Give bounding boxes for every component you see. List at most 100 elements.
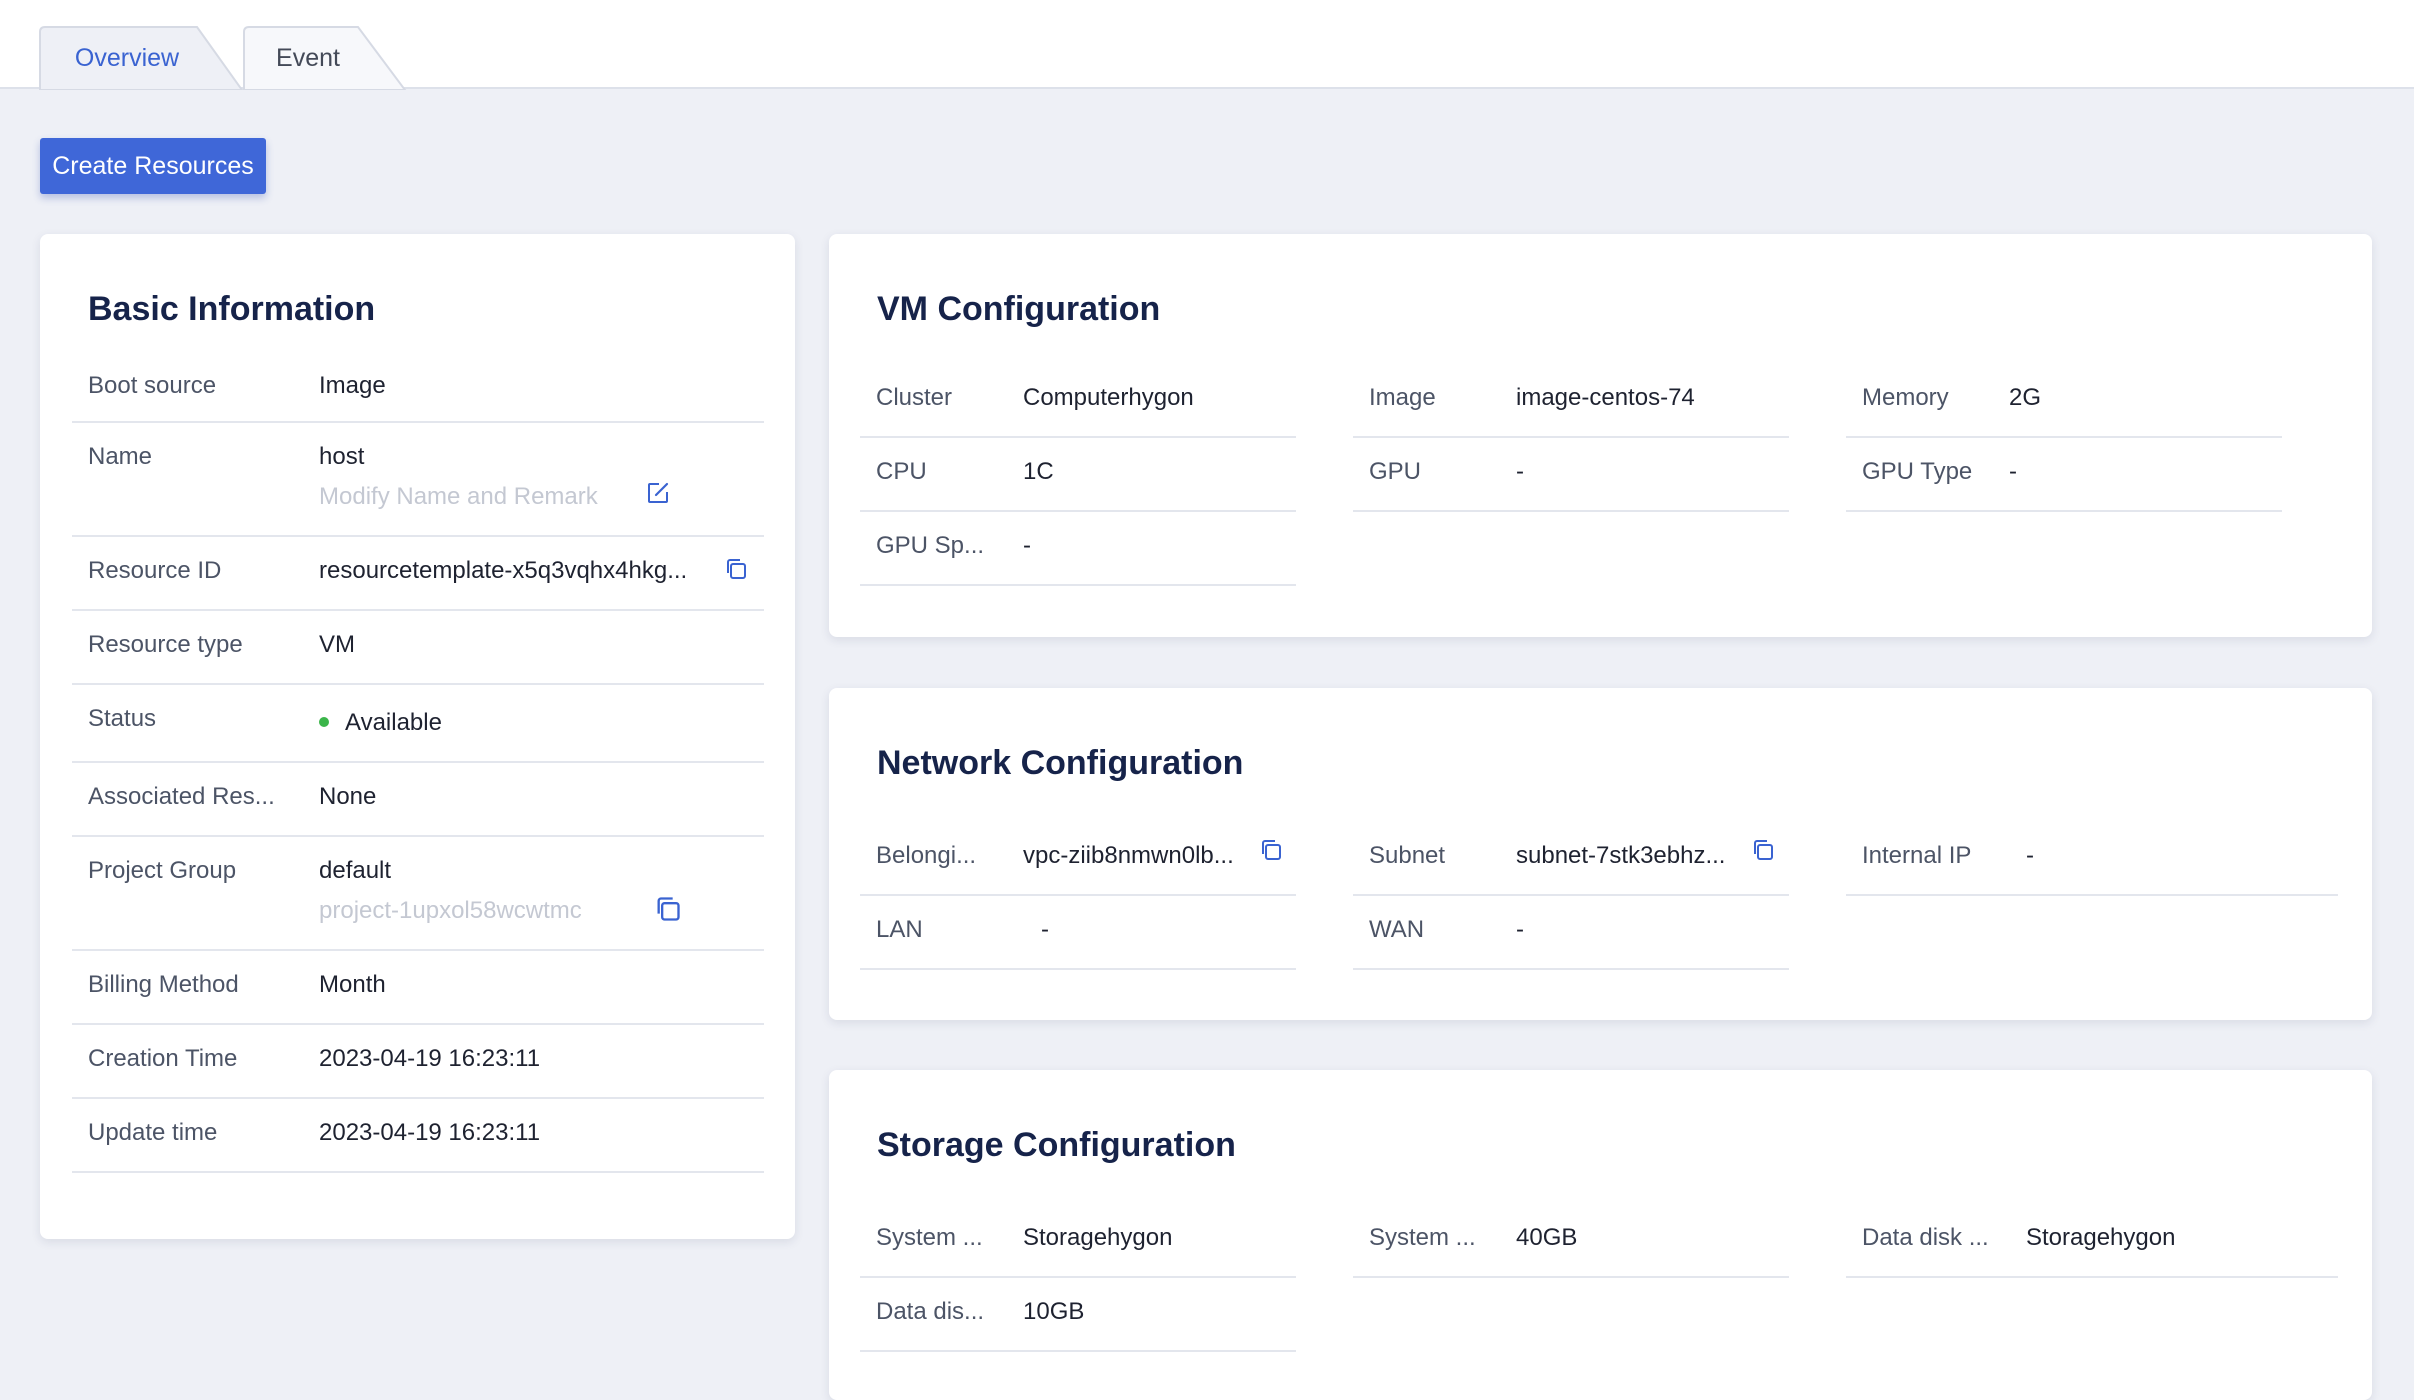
vm-configuration-card: VM Configuration Cluster Computerhygon I… (829, 234, 2372, 637)
basic-information-title: Basic Information (88, 290, 376, 328)
copy-icon[interactable] (654, 895, 680, 921)
gpu-label: GPU (1369, 458, 1422, 485)
associated-resources-label: Associated Res... (88, 783, 275, 810)
system-type-value: Storagehygon (1023, 1224, 1173, 1251)
net-lan: LAN - (860, 896, 1296, 970)
row-boot-source: Boot source Image (72, 344, 764, 423)
net-belonging: Belongi... vpc-ziib8nmwn0lb... (860, 822, 1296, 896)
tab-overview[interactable]: Overview (39, 26, 244, 90)
modify-name-link[interactable]: Modify Name and Remark (319, 483, 598, 511)
billing-method-value: Month (319, 971, 386, 998)
network-configuration-title: Network Configuration (877, 744, 1244, 782)
vm-gpu-spec: GPU Sp... - (860, 512, 1296, 586)
storage-data-disk-type: Data disk ... Storagehygon (1846, 1204, 2338, 1278)
tab-event[interactable]: Event (243, 26, 408, 90)
cluster-label: Cluster (876, 384, 953, 411)
vm-configuration-title: VM Configuration (877, 290, 1161, 328)
copy-icon-glyph (727, 559, 746, 579)
update-time-label: Update time (88, 1119, 218, 1146)
creation-time-value: 2023-04-19 16:23:11 (319, 1045, 541, 1072)
storage-configuration-title: Storage Configuration (877, 1126, 1236, 1164)
name-label: Name (88, 443, 153, 470)
vm-gpu: GPU - (1353, 438, 1789, 512)
resource-id-value: resourcetemplate-x5q3vqhx4hkg... (319, 557, 688, 584)
resource-id-label: Resource ID (88, 557, 222, 584)
tab-bar: Overview Event (0, 0, 2414, 90)
gpu-type-value: - (2009, 458, 2017, 485)
lan-value: - (1041, 916, 1049, 943)
net-internal-ip: Internal IP - (1846, 822, 2338, 896)
associated-resources-value: None (319, 783, 377, 810)
row-associated-resources: Associated Res... None (72, 763, 764, 837)
vm-cpu: CPU 1C (860, 438, 1296, 512)
row-resource-id: Resource ID resourcetemplate-x5q3vqhx4hk… (72, 537, 764, 611)
storage-configuration-card: Storage Configuration System ... Storage… (829, 1070, 2372, 1400)
resource-type-value: VM (319, 631, 355, 658)
billing-method-label: Billing Method (88, 971, 239, 998)
tab-event-label: Event (276, 44, 340, 72)
row-creation-time: Creation Time 2023-04-19 16:23:11 (72, 1025, 764, 1099)
copy-icon-glyph (657, 897, 680, 921)
data-disk-type-label: Data disk ... (1862, 1224, 1989, 1251)
subnet-label: Subnet (1369, 842, 1446, 869)
tab-overview-label: Overview (74, 44, 180, 72)
creation-time-label: Creation Time (88, 1045, 238, 1072)
copy-icon[interactable] (1259, 838, 1283, 862)
vm-cluster: Cluster Computerhygon (860, 364, 1296, 438)
network-configuration-card: Network Configuration Belongi... vpc-zii… (829, 688, 2372, 1020)
create-resources-button[interactable]: Create Resources (40, 138, 266, 194)
lan-label: LAN (876, 916, 923, 943)
data-disk-size-value: 10GB (1023, 1298, 1085, 1325)
status-value: Available (345, 709, 442, 736)
project-group-value: default (319, 857, 392, 884)
system-size-value: 40GB (1516, 1224, 1578, 1251)
vm-image: Image image-centos-74 (1353, 364, 1789, 438)
copy-icon[interactable] (724, 557, 748, 581)
resource-type-label: Resource type (88, 631, 243, 658)
internal-ip-label: Internal IP (1862, 842, 1972, 869)
system-size-label: System ... (1369, 1224, 1476, 1251)
gpu-value: - (1516, 458, 1524, 485)
project-group-label: Project Group (88, 857, 237, 884)
cluster-value: Computerhygon (1023, 384, 1194, 411)
gpu-type-label: GPU Type (1862, 458, 1973, 485)
basic-information-card: Basic Information Boot source Image Name… (40, 234, 795, 1239)
subnet-value: subnet-7stk3ebhz... (1516, 842, 1726, 869)
update-time-value: 2023-04-19 16:23:11 (319, 1119, 541, 1146)
row-resource-type: Resource type VM (72, 611, 764, 685)
boot-source-value: Image (319, 372, 386, 399)
data-disk-type-value: Storagehygon (2026, 1224, 2176, 1251)
storage-system-size: System ... 40GB (1353, 1204, 1789, 1278)
memory-value: 2G (2009, 384, 2042, 411)
memory-label: Memory (1862, 384, 1949, 411)
status-label: Status (88, 705, 157, 732)
storage-system-type: System ... Storagehygon (860, 1204, 1296, 1278)
storage-data-disk-size: Data dis... 10GB (860, 1278, 1296, 1352)
edit-icon[interactable] (646, 481, 670, 505)
row-status: Status Available (72, 685, 764, 763)
copy-icon[interactable] (1751, 838, 1775, 862)
wan-value: - (1516, 916, 1524, 943)
copy-icon-glyph (1754, 840, 1773, 860)
system-type-label: System ... (876, 1224, 983, 1251)
copy-icon-glyph (1262, 840, 1281, 860)
net-subnet: Subnet subnet-7stk3ebhz... (1353, 822, 1789, 896)
vm-gpu-type: GPU Type - (1846, 438, 2282, 512)
boot-source-label: Boot source (88, 372, 217, 399)
gpu-spec-value: - (1023, 532, 1031, 559)
wan-label: WAN (1369, 916, 1425, 943)
row-billing-method: Billing Method Month (72, 951, 764, 1025)
net-wan: WAN - (1353, 896, 1789, 970)
row-name: Name host Modify Name and Remark (72, 423, 764, 537)
status-dot-icon (319, 716, 329, 727)
gpu-spec-label: GPU Sp... (876, 532, 985, 559)
image-label: Image (1369, 384, 1436, 411)
name-value: host (319, 443, 365, 470)
project-id: project-1upxol58wcwtmc (319, 897, 582, 924)
belonging-label: Belongi... (876, 842, 977, 869)
cpu-value: 1C (1023, 458, 1054, 485)
edit-icon-glyph (648, 482, 669, 503)
belonging-value: vpc-ziib8nmwn0lb... (1023, 842, 1234, 869)
vm-memory: Memory 2G (1846, 364, 2282, 438)
row-update-time: Update time 2023-04-19 16:23:11 (72, 1099, 764, 1173)
